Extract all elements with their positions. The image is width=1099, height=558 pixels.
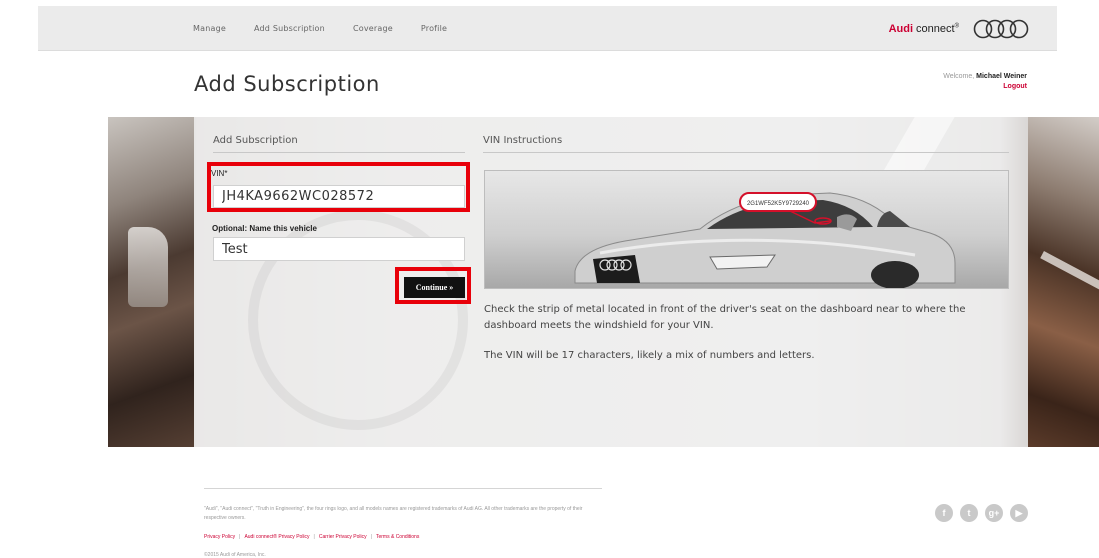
nav-manage[interactable]: Manage	[193, 24, 226, 33]
form-heading: Add Subscription	[213, 135, 465, 153]
main-nav: Manage Add Subscription Coverage Profile	[193, 6, 475, 50]
vehicle-name-input[interactable]	[213, 237, 465, 261]
google-plus-icon[interactable]: g+	[985, 504, 1003, 522]
nav-profile[interactable]: Profile	[421, 24, 447, 33]
vin-input[interactable]	[213, 185, 465, 208]
nav-coverage[interactable]: Coverage	[353, 24, 393, 33]
footer-link-separator: |	[370, 534, 372, 540]
brand-connect-text: connect	[916, 23, 955, 35]
welcome-block: Welcome, Michael Weiner Logout	[943, 72, 1027, 92]
vin-callout-text: 2G1WF52K5Y9729240	[747, 201, 810, 207]
footer-divider	[204, 488, 602, 489]
door-stripe-shape	[1040, 251, 1099, 291]
youtube-icon[interactable]: ▶	[1010, 504, 1028, 522]
audi-connect-logo[interactable]: Audi connect®	[889, 19, 1029, 39]
vin-location-image: 2G1WF52K5Y9729240	[484, 170, 1009, 289]
logout-link[interactable]: Logout	[943, 82, 1027, 92]
footer-link-carrier-privacy[interactable]: Carrier Privacy Policy	[319, 534, 367, 540]
continue-button[interactable]: Continue »	[404, 277, 465, 298]
brand-reg-mark: ®	[954, 23, 959, 30]
page-title: Add Subscription	[194, 72, 380, 96]
door-handle-shape	[128, 227, 168, 307]
car-illustration: 2G1WF52K5Y9729240	[574, 192, 956, 288]
vehicle-name-label: Optional: Name this vehicle	[212, 224, 317, 233]
facebook-icon[interactable]: f	[935, 504, 953, 522]
vin-label: VIN*	[211, 169, 228, 178]
four-rings-icon	[973, 19, 1029, 39]
footer-link-separator: |	[239, 534, 241, 540]
right-door-image	[1028, 117, 1099, 447]
brand-connect: connect®	[916, 23, 959, 35]
welcome-prefix: Welcome,	[943, 73, 977, 80]
user-name: Michael Weiner	[976, 73, 1027, 80]
footer-link-connect-privacy[interactable]: Audi connect® Privacy Policy	[244, 534, 309, 540]
instruction-paragraph-1: Check the strip of metal located in fron…	[484, 304, 966, 331]
footer-links: Privacy Policy | Audi connect® Privacy Pol…	[204, 534, 419, 540]
instruction-paragraph-2: The VIN will be 17 characters, likely a …	[484, 350, 815, 361]
footer-link-privacy-policy[interactable]: Privacy Policy	[204, 534, 235, 540]
top-navigation-bar: Manage Add Subscription Coverage Profile…	[38, 6, 1057, 51]
footer-link-terms[interactable]: Terms & Conditions	[376, 534, 419, 540]
copyright-text: ©2015 Audi of America, Inc.	[204, 552, 266, 558]
vin-instructions-heading: VIN Instructions	[483, 135, 1009, 153]
twitter-icon[interactable]: t	[960, 504, 978, 522]
brand-audi: Audi	[888, 23, 914, 35]
left-door-image	[108, 117, 194, 447]
legal-notice: "Audi", "Audi connect", "Truth in Engine…	[204, 506, 583, 521]
nav-add-subscription[interactable]: Add Subscription	[254, 24, 325, 33]
footer-link-separator: |	[313, 534, 315, 540]
social-icons: f t g+ ▶	[935, 504, 1028, 522]
